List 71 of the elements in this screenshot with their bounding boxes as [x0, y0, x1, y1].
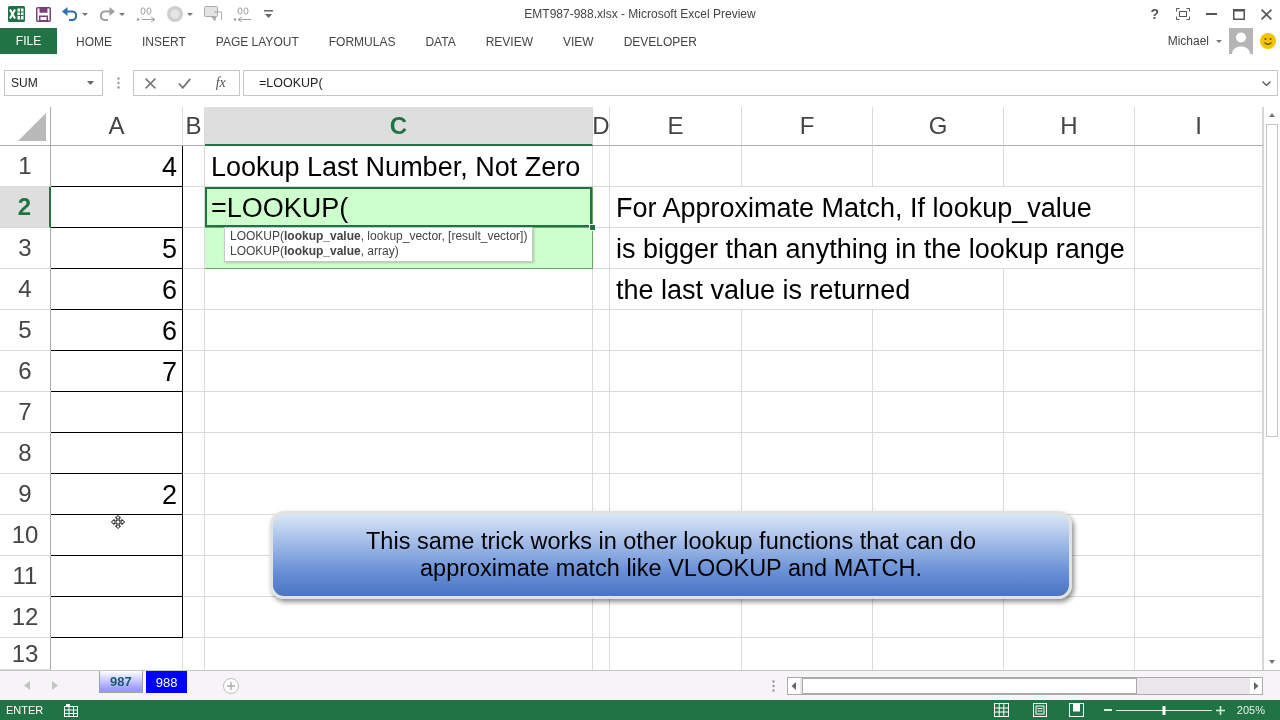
cell-text: is bigger than anything in the lookup range [616, 234, 1125, 265]
cell-text: 5 [161, 234, 177, 265]
page-break-icon[interactable] [1068, 703, 1084, 717]
spreadsheet-logo-icon [8, 6, 25, 22]
scrollbar-thumb[interactable] [1266, 124, 1278, 437]
scroll-left-icon[interactable] [788, 677, 800, 694]
ribbon-tab[interactable]: PAGE LAYOUT [200, 28, 314, 54]
caret-icon[interactable] [119, 12, 125, 16]
column-header[interactable]: C [205, 107, 593, 146]
cancel-icon[interactable] [145, 77, 157, 89]
horizontal-scrollbar[interactable] [787, 676, 1263, 695]
cell-text: 7 [161, 357, 177, 388]
sheet-tab[interactable]: 987 [99, 671, 143, 693]
check-icon[interactable] [178, 77, 192, 89]
fill-handle-icon[interactable] [589, 224, 596, 231]
cell-text: 4 [161, 152, 177, 183]
vertical-scrollbar[interactable] [1263, 107, 1280, 670]
caret-icon[interactable] [187, 12, 193, 16]
customize-icon[interactable] [264, 10, 273, 18]
cell-text: =LOOKUP( [211, 193, 349, 224]
row-header[interactable]: 2 [0, 187, 51, 228]
save-icon[interactable] [36, 6, 51, 22]
scroll-right-icon[interactable] [1250, 677, 1262, 694]
comment-icon[interactable] [204, 6, 222, 22]
status-mode: ENTER [6, 704, 44, 716]
window-title: EMT987-988.xlsx - Microsoft Excel Preview [524, 7, 756, 21]
decimal-places-icon[interactable] [233, 6, 253, 22]
scrollbar-thumb[interactable] [802, 677, 1137, 694]
callout-text: This same trick works in other lookup functions that can do approximate match like VLOOKUP and MATCH. [365, 528, 977, 582]
drag-handle-icon[interactable] [772, 679, 775, 692]
ribbon-tab[interactable]: REVIEW [470, 28, 548, 54]
maximize-icon[interactable] [1233, 8, 1245, 20]
sheet-tab[interactable]: 988 [145, 671, 188, 693]
help-button[interactable]: ? [1149, 6, 1160, 22]
user-name[interactable]: Michael [1167, 34, 1209, 48]
undo-icon[interactable] [62, 7, 78, 21]
row-header[interactable]: 13 [0, 638, 51, 670]
ribbon-tab[interactable]: DEVELOPER [608, 28, 712, 54]
caret-icon[interactable] [82, 12, 88, 16]
name-box[interactable]: SUM [4, 70, 103, 96]
chevron-icon[interactable] [1262, 80, 1271, 86]
smiley-icon[interactable] [1260, 33, 1276, 49]
cell-text: Lookup Last Number, Not Zero [211, 152, 581, 183]
zoom-level[interactable]: 205% [1236, 704, 1265, 716]
close-icon[interactable] [1261, 8, 1272, 20]
cell-text: 6 [161, 275, 177, 306]
full-screen-icon[interactable] [1176, 8, 1190, 20]
caret-icon[interactable] [1216, 39, 1222, 43]
sheet-grid-icon[interactable] [64, 703, 79, 717]
redo-icon[interactable] [99, 7, 115, 21]
cell-text: the last value is returned [616, 275, 911, 306]
ribbon-tab[interactable]: DATA [410, 28, 471, 54]
cell-text: 2 [161, 480, 177, 511]
decimal-places-icon[interactable] [136, 6, 156, 22]
tooltip-text: LOOKUP(lookup_value, lookup_vector, [result_vector]) [230, 229, 528, 244]
tooltip-text: LOOKUP(lookup_value, array) [230, 244, 400, 259]
cell-text: 6 [161, 316, 177, 347]
ribbon-tab[interactable]: VIEW [548, 28, 609, 54]
cell-text: For Approximate Match, If lookup_value [616, 193, 1092, 224]
formula-input[interactable]: =LOOKUP( [243, 70, 1278, 96]
ribbon-tab[interactable]: HOME [61, 28, 127, 54]
zoom-in-icon[interactable] [1215, 705, 1225, 715]
zoom-slider-thumb[interactable] [1162, 705, 1166, 715]
ribbon-tab[interactable]: FORMULAS [313, 28, 411, 54]
caret-icon[interactable] [87, 81, 94, 85]
drag-handle-icon[interactable] [116, 77, 120, 89]
grid-view-icon[interactable] [993, 703, 1009, 717]
ribbon-tab[interactable]: INSERT [127, 28, 201, 54]
insert-function-button[interactable]: fx [213, 75, 228, 91]
page-layout-icon[interactable] [1032, 703, 1047, 717]
file-tab[interactable]: FILE [0, 28, 57, 54]
